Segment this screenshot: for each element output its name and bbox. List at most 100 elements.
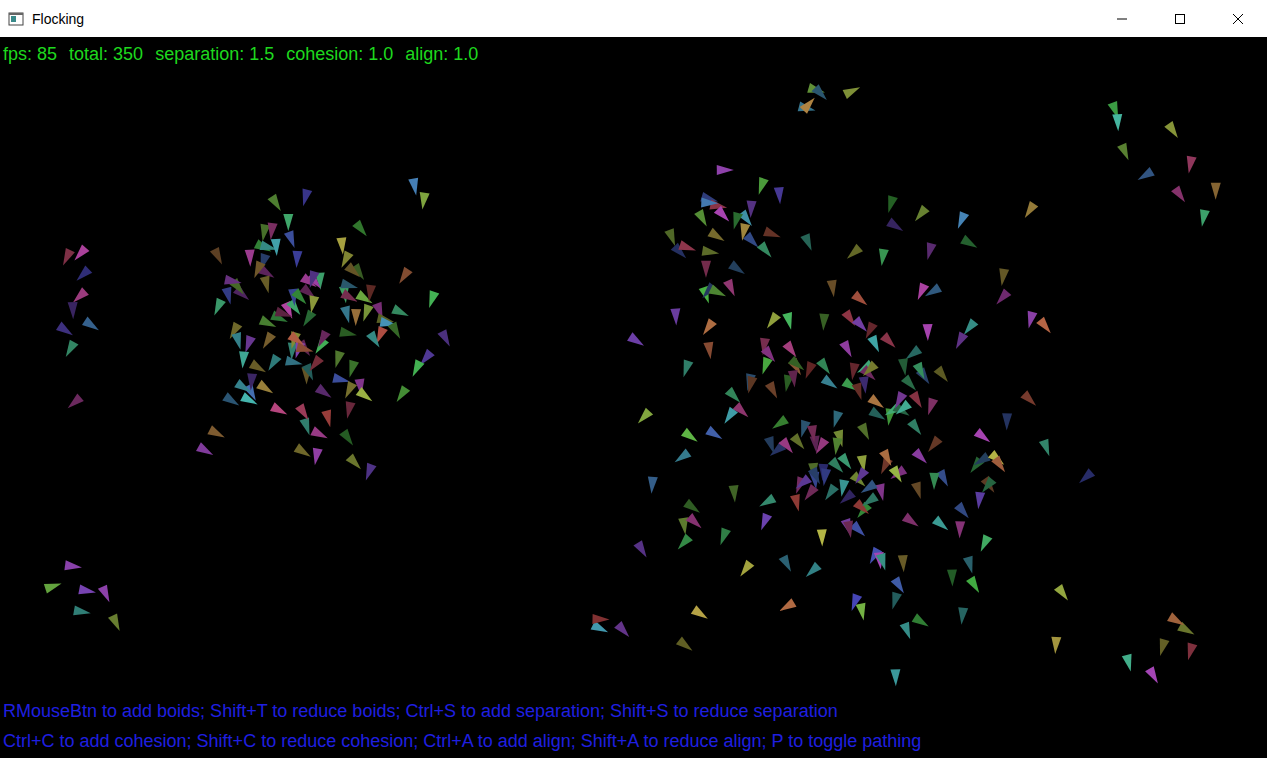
boid [340, 289, 360, 306]
boid [237, 351, 249, 369]
boid [424, 290, 439, 309]
boid [811, 84, 830, 103]
boid [391, 304, 411, 320]
boid [296, 342, 315, 356]
boid [633, 540, 650, 560]
boid [351, 309, 361, 326]
boid [792, 474, 811, 493]
boid [837, 453, 855, 473]
boid [271, 239, 282, 257]
boid [844, 244, 863, 263]
stat-label: total: [69, 41, 108, 67]
boid [717, 165, 734, 175]
boid [757, 241, 776, 260]
boid [800, 484, 818, 504]
boid [764, 436, 779, 455]
boid [714, 206, 733, 225]
boid [306, 295, 319, 314]
boid [837, 479, 850, 497]
boid [210, 247, 227, 267]
boid [73, 265, 92, 284]
boid [936, 469, 953, 489]
boid [884, 195, 898, 214]
boid [924, 436, 942, 456]
simulation-canvas[interactable]: fps:85total:350separation:1.5cohesion:1.… [0, 37, 1267, 758]
boid [1021, 201, 1039, 221]
stat: align:1.0 [405, 41, 478, 67]
boid [966, 576, 983, 596]
boid [934, 366, 952, 386]
boid [912, 448, 931, 467]
boid [231, 332, 245, 351]
boid [337, 250, 354, 270]
boid [703, 342, 715, 360]
boid [746, 201, 757, 219]
boid [670, 308, 681, 326]
boid [674, 534, 693, 553]
close-button[interactable] [1209, 0, 1267, 37]
boid [44, 579, 63, 594]
boid [877, 249, 889, 267]
stats-bar: fps:85total:350separation:1.5cohesion:1.… [3, 41, 1267, 67]
boid [852, 316, 871, 335]
boid [356, 387, 376, 405]
boid [681, 428, 701, 446]
boid [898, 555, 909, 573]
boid [627, 332, 647, 350]
boid [951, 331, 968, 351]
boid [340, 279, 359, 293]
boid [954, 502, 973, 521]
boid [1122, 654, 1136, 673]
boid [976, 534, 992, 554]
boid [259, 315, 279, 331]
boid [880, 332, 899, 351]
maximize-button[interactable] [1151, 0, 1209, 37]
boid [761, 346, 779, 366]
boid [245, 250, 256, 267]
boid [222, 287, 236, 306]
boid [364, 285, 376, 303]
boid [723, 279, 739, 299]
boid [699, 318, 717, 338]
boid [78, 584, 97, 597]
boid [847, 363, 860, 381]
boid [971, 452, 991, 469]
boid [993, 288, 1012, 307]
boid [888, 592, 902, 611]
boid [1020, 390, 1039, 409]
boid [676, 636, 696, 654]
boid [997, 268, 1009, 286]
boid [819, 468, 831, 486]
boid [71, 244, 90, 263]
boid [769, 415, 789, 433]
boid [923, 324, 933, 341]
boid [388, 321, 405, 341]
stat: cohesion:1.0 [286, 41, 393, 67]
boid [310, 426, 330, 443]
minimize-button[interactable] [1093, 0, 1151, 37]
boid [812, 437, 830, 457]
boid [912, 613, 932, 631]
boid [801, 361, 817, 381]
boid [299, 417, 314, 436]
boid [991, 455, 1009, 475]
boid [207, 425, 227, 442]
boid [701, 197, 718, 208]
boid [73, 605, 91, 618]
boid [851, 291, 870, 309]
boid [691, 605, 711, 623]
boid [256, 380, 276, 398]
boid [306, 355, 324, 375]
boid [758, 357, 773, 376]
boid [1211, 183, 1221, 200]
boid [867, 335, 883, 355]
boid [305, 270, 319, 289]
help-line: Ctrl+C to add cohesion; Shift+C to reduc… [3, 726, 1267, 756]
boid [754, 177, 769, 196]
maximize-icon [1174, 13, 1186, 25]
boid [777, 598, 797, 615]
boid [270, 402, 290, 419]
boid [592, 614, 609, 624]
boid [974, 428, 994, 446]
help-text: RMouseBtn to add boids; Shift+T to reduc… [3, 696, 1267, 756]
